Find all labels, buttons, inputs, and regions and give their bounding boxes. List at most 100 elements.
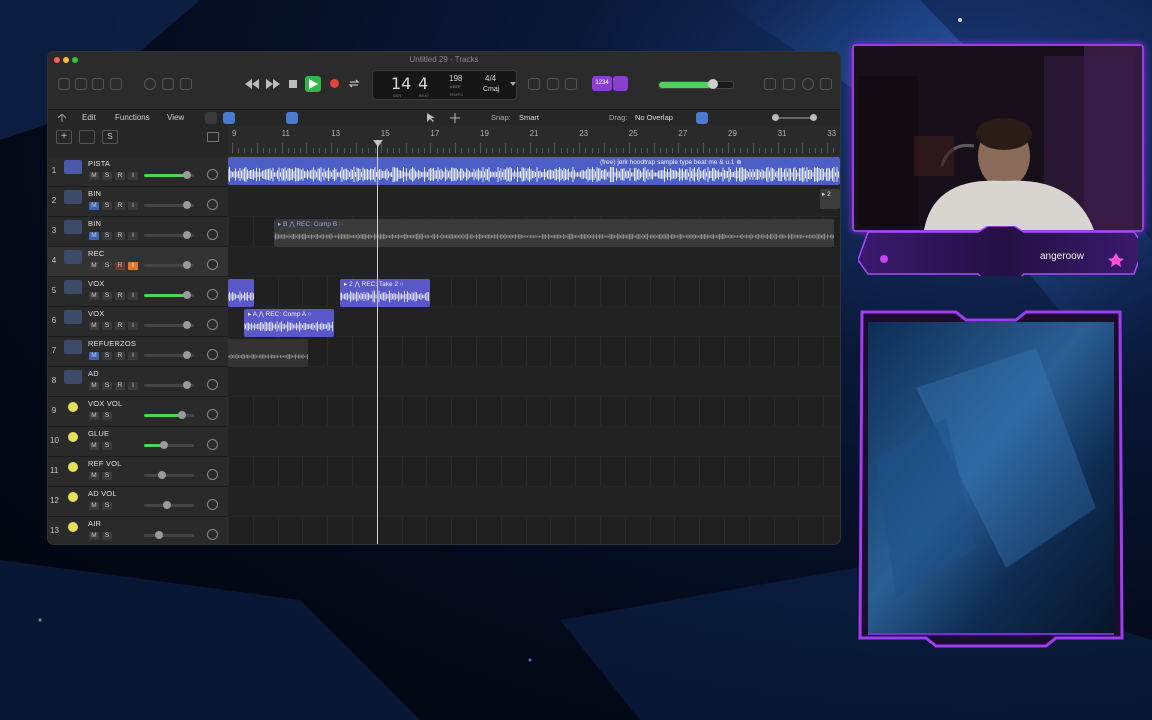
arrange-lane[interactable]: [228, 247, 840, 277]
arrange-lane[interactable]: [228, 187, 840, 217]
fast-forward-button[interactable]: [266, 79, 280, 89]
track-filter-icon[interactable]: [207, 132, 219, 142]
region-vox-take2[interactable]: ▸ 2 ⋀ REC: Take 2 ○: [340, 279, 430, 307]
help-icon[interactable]: [75, 78, 87, 90]
library-icon[interactable]: [58, 78, 70, 90]
duplicate-track-button[interactable]: [79, 130, 95, 144]
volume-fader[interactable]: [144, 411, 194, 419]
add-track-button[interactable]: +: [56, 130, 72, 144]
record-arm-button[interactable]: R: [115, 352, 125, 360]
arrange-lane[interactable]: [228, 397, 840, 427]
pan-knob[interactable]: [207, 319, 218, 330]
pan-knob[interactable]: [207, 409, 218, 420]
flex-icon[interactable]: [263, 112, 275, 124]
solo-button[interactable]: S: [102, 232, 112, 240]
mute-button[interactable]: M: [89, 412, 99, 420]
solo-button[interactable]: S: [102, 442, 112, 450]
track-name[interactable]: REF VOL: [88, 459, 122, 468]
lcd-display[interactable]: 14 4 BAR BEAT 198 KEEP TEMPO 4/4 Cmaj: [372, 70, 517, 100]
pan-knob[interactable]: [207, 259, 218, 270]
mixer-icon[interactable]: [162, 78, 174, 90]
volume-fader[interactable]: [144, 171, 194, 179]
view-menu[interactable]: View: [167, 113, 184, 122]
master-volume-knob[interactable]: [708, 79, 718, 89]
mute-button[interactable]: M: [89, 382, 99, 390]
volume-fader[interactable]: [144, 471, 194, 479]
count-in-badge[interactable]: 1234: [592, 76, 612, 91]
arrange-lane[interactable]: [228, 517, 840, 544]
track-row[interactable]: 10 GLUE M S: [48, 427, 228, 457]
zoom-slider[interactable]: [772, 114, 817, 121]
pan-knob[interactable]: [207, 499, 218, 510]
solo-button[interactable]: S: [102, 502, 112, 510]
edit-menu[interactable]: Edit: [82, 113, 96, 122]
pan-knob[interactable]: [207, 439, 218, 450]
track-row[interactable]: 1 PISTA M S R I: [48, 157, 228, 187]
volume-fader-knob[interactable]: [155, 531, 163, 539]
volume-fader[interactable]: [144, 381, 194, 389]
arrange-lane[interactable]: [228, 427, 840, 457]
mute-button[interactable]: M: [89, 352, 99, 360]
track-row[interactable]: 12 AD VOL M S: [48, 487, 228, 517]
volume-fader-knob[interactable]: [182, 261, 191, 269]
track-row[interactable]: 5 VOX M S R I: [48, 277, 228, 307]
pan-knob[interactable]: [207, 229, 218, 240]
track-name[interactable]: AIR: [88, 519, 101, 528]
volume-fader-knob[interactable]: [182, 171, 191, 179]
pencil-icon[interactable]: [180, 78, 192, 90]
smart-controls-icon[interactable]: [92, 78, 104, 90]
volume-fader-knob[interactable]: [182, 381, 191, 389]
mute-button[interactable]: M: [89, 442, 99, 450]
global-solo-button[interactable]: S: [102, 130, 118, 144]
pan-knob[interactable]: [207, 379, 218, 390]
mute-button[interactable]: M: [89, 262, 99, 270]
region-bin-marker[interactable]: ▸ 2: [820, 189, 840, 209]
volume-fader-knob[interactable]: [182, 351, 191, 359]
playhead[interactable]: [377, 140, 378, 544]
playhead-handle[interactable]: [373, 140, 383, 147]
mute-button[interactable]: M: [89, 202, 99, 210]
solo-button[interactable]: S: [102, 262, 112, 270]
snap-select[interactable]: Smart: [519, 113, 539, 122]
loop-browser-icon[interactable]: [802, 78, 814, 90]
volume-fader[interactable]: [144, 261, 194, 269]
pan-knob[interactable]: [207, 349, 218, 360]
arrange-lane[interactable]: [228, 337, 840, 367]
volume-fader-knob[interactable]: [182, 231, 191, 239]
arrange-lane[interactable]: [228, 487, 840, 517]
track-name[interactable]: VOX: [88, 309, 104, 318]
volume-fader[interactable]: [144, 201, 194, 209]
mute-button[interactable]: M: [89, 172, 99, 180]
volume-fader[interactable]: [144, 321, 194, 329]
track-name[interactable]: VOX: [88, 279, 104, 288]
drag-select[interactable]: No Overlap: [635, 113, 673, 122]
track-row[interactable]: 6 VOX M S R I: [48, 307, 228, 337]
solo-button[interactable]: S: [102, 292, 112, 300]
scissors-icon[interactable]: [245, 112, 257, 124]
volume-fader-knob[interactable]: [182, 201, 191, 209]
pan-knob[interactable]: [207, 289, 218, 300]
solo-button[interactable]: S: [102, 352, 112, 360]
mute-button[interactable]: M: [89, 292, 99, 300]
region-pista[interactable]: (free) jerk hoodtrap sample type beat me…: [228, 157, 840, 185]
pan-knob[interactable]: [207, 469, 218, 480]
pointer-tool-icon[interactable]: [426, 113, 436, 123]
volume-fader[interactable]: [144, 531, 194, 539]
metronome-icon[interactable]: [547, 78, 559, 90]
record-arm-button[interactable]: R: [115, 382, 125, 390]
solo-button[interactable]: S: [102, 412, 112, 420]
volume-fader-knob[interactable]: [177, 411, 186, 419]
record-arm-button[interactable]: R: [115, 262, 125, 270]
input-monitor-button[interactable]: I: [128, 172, 138, 180]
record-arm-button[interactable]: R: [115, 322, 125, 330]
editors-icon[interactable]: [110, 78, 122, 90]
settings-icon[interactable]: [144, 78, 156, 90]
notepad-icon[interactable]: [783, 78, 795, 90]
bar-ruler[interactable]: 9 11 13 15 17 19 21 23 25 27 29 31 33: [228, 125, 840, 158]
input-monitor-button[interactable]: I: [128, 292, 138, 300]
zoom-slider-knob-right[interactable]: [810, 114, 817, 121]
volume-fader-knob[interactable]: [157, 471, 166, 479]
record-arm-button[interactable]: R: [115, 292, 125, 300]
track-name[interactable]: PISTA: [88, 159, 110, 168]
region-refuerzos[interactable]: [228, 339, 308, 367]
